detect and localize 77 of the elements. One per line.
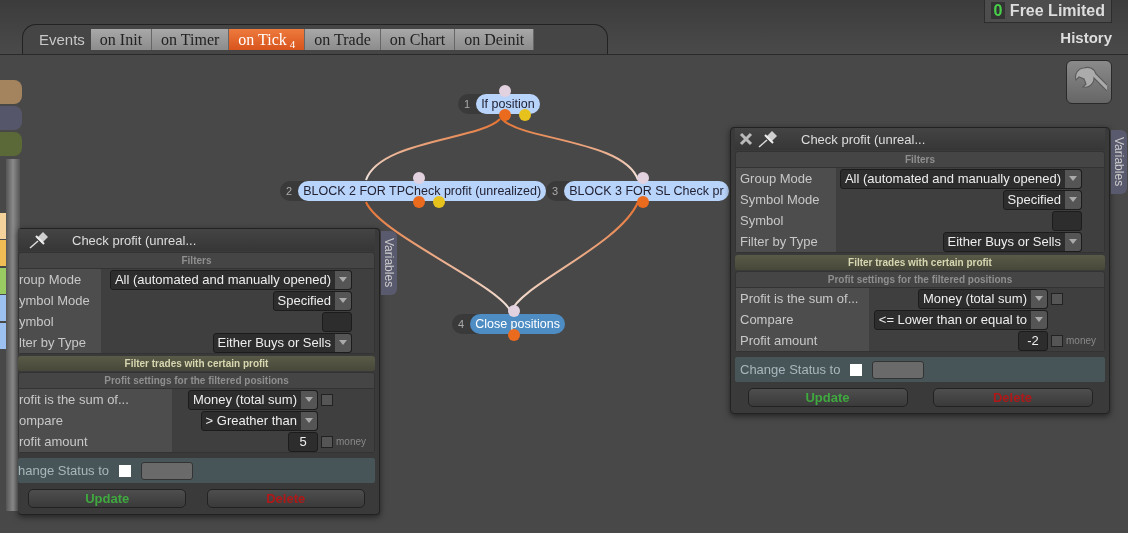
dropdown[interactable]: Specified	[1002, 189, 1082, 210]
unit-label: money	[1066, 335, 1096, 346]
caret-icon	[1069, 197, 1077, 202]
caret-icon	[305, 418, 313, 423]
caret-icon	[339, 340, 347, 345]
checkbox[interactable]	[119, 464, 132, 477]
dropdown[interactable]: Either Buys or Sells	[212, 332, 352, 353]
field-label: Symbol	[736, 210, 836, 231]
connection-port[interactable]	[498, 85, 511, 97]
event-tab[interactable]: on Timer	[152, 29, 230, 50]
field-label: ymbol	[19, 311, 101, 332]
checkbox[interactable]	[850, 363, 863, 376]
input-field[interactable]: 5	[288, 431, 318, 452]
dialog-title: Check profit (unreal...	[72, 232, 197, 248]
close-icon[interactable]	[739, 132, 753, 146]
flow-node[interactable]: If position	[476, 94, 540, 114]
connection-port[interactable]	[637, 172, 650, 184]
caret-icon	[1069, 176, 1077, 181]
status-label: Change Status to	[740, 362, 841, 377]
caret-icon	[339, 298, 347, 303]
scrollbar[interactable]	[6, 159, 20, 511]
field-label: Compare	[736, 309, 869, 330]
caret-icon	[1035, 296, 1043, 301]
variables-tab[interactable]: Variables	[381, 231, 397, 295]
dropdown[interactable]: Money (total sum)	[917, 288, 1048, 309]
field-label: lter by Type	[19, 332, 101, 353]
connection-port[interactable]	[413, 172, 426, 184]
field-label: ompare	[19, 410, 172, 431]
caret-icon	[339, 277, 347, 282]
dropdown[interactable]: Specified	[272, 290, 352, 311]
dialog-title: Check profit (unreal...	[801, 131, 926, 147]
status-label: hange Status to	[18, 463, 110, 478]
input-field[interactable]	[322, 311, 352, 332]
dropdown[interactable]: > Greather than	[200, 410, 318, 431]
caret-icon	[1035, 317, 1043, 322]
settings-button[interactable]	[1066, 60, 1112, 104]
history-link[interactable]: History	[1060, 29, 1112, 46]
checkbox[interactable]	[321, 393, 333, 406]
status-field[interactable]	[872, 360, 925, 379]
flow-node[interactable]: BLOCK 2 FOR TPCheck profit (unrealized)	[298, 181, 547, 201]
variables-tab[interactable]: Variables	[1111, 130, 1127, 194]
status-field[interactable]	[141, 461, 194, 480]
unit-label: money	[336, 436, 366, 447]
event-tab[interactable]: on Init	[90, 29, 153, 50]
dropdown[interactable]: <= Lower than or equal to	[873, 309, 1048, 330]
field-label: Profit amount	[736, 330, 869, 351]
field-label: Symbol Mode	[736, 189, 836, 210]
field-label: Profit is the sum of...	[736, 288, 869, 309]
event-tab[interactable]: on Chart	[380, 29, 456, 50]
checkbox[interactable]	[321, 435, 333, 448]
field-label: rofit amount	[19, 431, 172, 452]
events-label: Events	[39, 31, 85, 48]
field-label: roup Mode	[19, 269, 101, 290]
input-field[interactable]: -2	[1018, 330, 1048, 351]
palette-tab[interactable]	[0, 80, 22, 104]
plan-badge: 0 Free Limited	[983, 0, 1112, 23]
caret-icon	[305, 397, 313, 402]
section-banner: Filter trades with certain profit	[735, 255, 1105, 270]
flow-node[interactable]: BLOCK 3 FOR SL Check pr	[564, 181, 729, 201]
connection-port[interactable]	[508, 305, 521, 317]
section-banner: Filter trades with certain profit	[18, 356, 375, 371]
field-label: ymbol Mode	[19, 290, 101, 311]
field-label: Filter by Type	[736, 231, 836, 252]
event-tab[interactable]: on Trade	[305, 29, 381, 50]
caret-icon	[1069, 239, 1077, 244]
dropdown[interactable]: Either Buys or Sells	[942, 231, 1082, 252]
input-field[interactable]	[1052, 210, 1082, 231]
dropdown[interactable]: All (automated and manually opened)	[839, 168, 1082, 189]
field-label: rofit is the sum of...	[19, 389, 172, 410]
checkbox[interactable]	[1051, 334, 1063, 347]
checkbox[interactable]	[1051, 292, 1063, 305]
flow-node[interactable]: Close positions	[470, 314, 565, 334]
dropdown[interactable]: Money (total sum)	[187, 389, 318, 410]
event-tab[interactable]: on Deinit	[455, 29, 535, 50]
dropdown[interactable]: All (automated and manually opened)	[109, 269, 352, 290]
field-label: Group Mode	[736, 168, 836, 189]
event-tab[interactable]: on Tick $_{4}$	[229, 29, 306, 50]
